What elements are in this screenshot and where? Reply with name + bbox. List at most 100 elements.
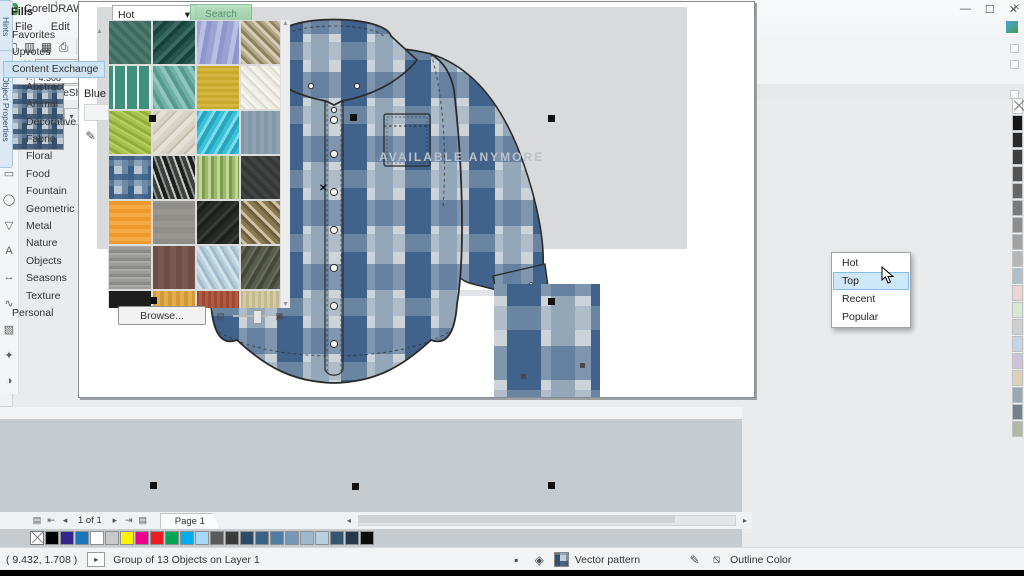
fills-category-item[interactable]: Fabric	[3, 130, 105, 147]
fills-category-item[interactable]: Upvotes	[3, 43, 105, 60]
section-expander[interactable]	[1010, 44, 1019, 53]
gray-knit[interactable]	[108, 245, 152, 290]
sort-menu-item[interactable]: Top	[833, 272, 909, 290]
beige-damask[interactable]	[152, 110, 196, 155]
palette-color[interactable]	[1012, 115, 1023, 131]
brown-floral[interactable]	[240, 200, 284, 245]
palette-color[interactable]	[360, 531, 374, 545]
large-thumbnails-icon[interactable]: ▣	[271, 308, 288, 324]
fills-category-item[interactable]: Animal	[3, 96, 105, 113]
palette-color[interactable]	[1012, 336, 1023, 352]
teal-leaves[interactable]	[152, 65, 196, 110]
minimize-button[interactable]: —	[960, 3, 971, 15]
maroon-brown[interactable]	[152, 245, 196, 290]
palette-color[interactable]	[255, 531, 269, 545]
olive-snake[interactable]	[240, 245, 284, 290]
palette-color[interactable]	[1012, 166, 1023, 182]
palette-color[interactable]	[1012, 183, 1023, 199]
grid-scrollbar[interactable]: ▲ ▼	[280, 20, 290, 308]
fills-category-item[interactable]: Personal	[3, 304, 105, 320]
palette-color[interactable]	[1012, 353, 1023, 369]
palette-color[interactable]	[1012, 268, 1023, 284]
ruler-origin[interactable]	[0, 394, 13, 407]
fills-category-item[interactable]: Texture	[3, 287, 105, 304]
fills-category-item[interactable]: Fountain	[3, 183, 105, 200]
scrollbar-thumb[interactable]	[359, 516, 675, 523]
palette-color[interactable]	[300, 531, 314, 545]
first-page[interactable]: ⇤	[44, 513, 58, 529]
app-mini-icon[interactable]	[1006, 21, 1018, 33]
fills-category-item[interactable]: Geometric	[3, 200, 105, 217]
palette-color[interactable]	[1012, 370, 1023, 386]
cyan-floral[interactable]	[196, 110, 240, 155]
fills-category-item[interactable]: Nature	[3, 235, 105, 252]
palette-color[interactable]	[195, 531, 209, 545]
palette-color[interactable]	[1012, 132, 1023, 148]
palette-color[interactable]	[1012, 319, 1023, 335]
fills-category-item[interactable]: Seasons	[3, 269, 105, 286]
mustard[interactable]	[196, 65, 240, 110]
selection-handle[interactable]	[350, 114, 357, 121]
horizontal-ruler[interactable]: 12345678910	[0, 407, 742, 420]
play-icon[interactable]: ▸	[87, 552, 105, 567]
palette-color[interactable]	[285, 531, 299, 545]
selection-handle[interactable]	[149, 115, 156, 122]
sort-menu-item[interactable]: Popular	[833, 308, 909, 326]
last-page[interactable]: ⇥	[122, 513, 136, 529]
small-thumbnails-icon[interactable]: ▤	[212, 308, 229, 324]
palette-color[interactable]	[1012, 149, 1023, 165]
teal-dots[interactable]	[108, 65, 152, 110]
maximize-button[interactable]: ☐	[985, 3, 995, 16]
lime-speckle[interactable]	[108, 110, 152, 155]
slate-blue[interactable]	[240, 110, 284, 155]
palette-color[interactable]	[45, 531, 59, 545]
palette-color[interactable]	[240, 531, 254, 545]
palette-color[interactable]	[330, 531, 344, 545]
fills-category-item[interactable]: Objects	[3, 252, 105, 269]
interactive-fill-tool[interactable]: ◑	[1, 368, 17, 394]
palette-color[interactable]	[165, 531, 179, 545]
palette-color[interactable]	[150, 531, 164, 545]
palette-color[interactable]	[60, 531, 74, 545]
sort-menu-item[interactable]: Recent	[833, 290, 909, 308]
palette-color[interactable]	[1012, 421, 1023, 437]
bw-camo[interactable]	[152, 155, 196, 200]
previous-page[interactable]: ◂	[58, 513, 72, 529]
palette-color[interactable]	[315, 531, 329, 545]
selection-handle[interactable]	[548, 115, 555, 122]
no-color-swatch[interactable]	[1012, 98, 1023, 114]
palette-color[interactable]	[1012, 387, 1023, 403]
scroll-left-icon[interactable]: ◂	[342, 513, 356, 529]
page-tab[interactable]: Page 1	[160, 513, 220, 529]
palette-color[interactable]	[180, 531, 194, 545]
palette-color[interactable]	[1012, 200, 1023, 216]
close-icon[interactable]: ✕	[1012, 2, 1020, 13]
scroll-up-icon[interactable]: ▲	[282, 20, 289, 27]
teal-camo[interactable]	[152, 20, 196, 65]
fills-category-item[interactable]: Decorative	[3, 113, 105, 130]
selection-handle[interactable]	[548, 482, 555, 489]
canvas-horizontal-scrollbar[interactable]: ◂ ▸	[342, 513, 752, 529]
teal-texture[interactable]	[108, 20, 152, 65]
green-stripe[interactable]	[196, 155, 240, 200]
orange[interactable]	[108, 200, 152, 245]
palette-color[interactable]	[1012, 302, 1023, 318]
khaki-stripe[interactable]	[240, 290, 284, 308]
eyedropper-tool[interactable]: ✦	[1, 342, 17, 368]
slider-handle[interactable]	[253, 310, 262, 324]
lavender-marble[interactable]	[196, 20, 240, 65]
page-flyout[interactable]: ▤	[30, 513, 44, 529]
fills-category-item[interactable]: Abstract	[3, 78, 105, 95]
selection-handle[interactable]	[150, 297, 157, 304]
palette-color[interactable]	[1012, 285, 1023, 301]
selection-handle[interactable]	[150, 482, 157, 489]
next-page[interactable]: ▸	[108, 513, 122, 529]
selection-handle[interactable]	[548, 298, 555, 305]
no-color-swatch[interactable]	[30, 531, 44, 545]
palette-color[interactable]	[270, 531, 284, 545]
palette-color[interactable]	[1012, 217, 1023, 233]
palette-color[interactable]	[1012, 234, 1023, 250]
palette-color[interactable]	[210, 531, 224, 545]
palette-color[interactable]	[225, 531, 239, 545]
scroll-down-icon[interactable]: ▼	[282, 301, 289, 308]
